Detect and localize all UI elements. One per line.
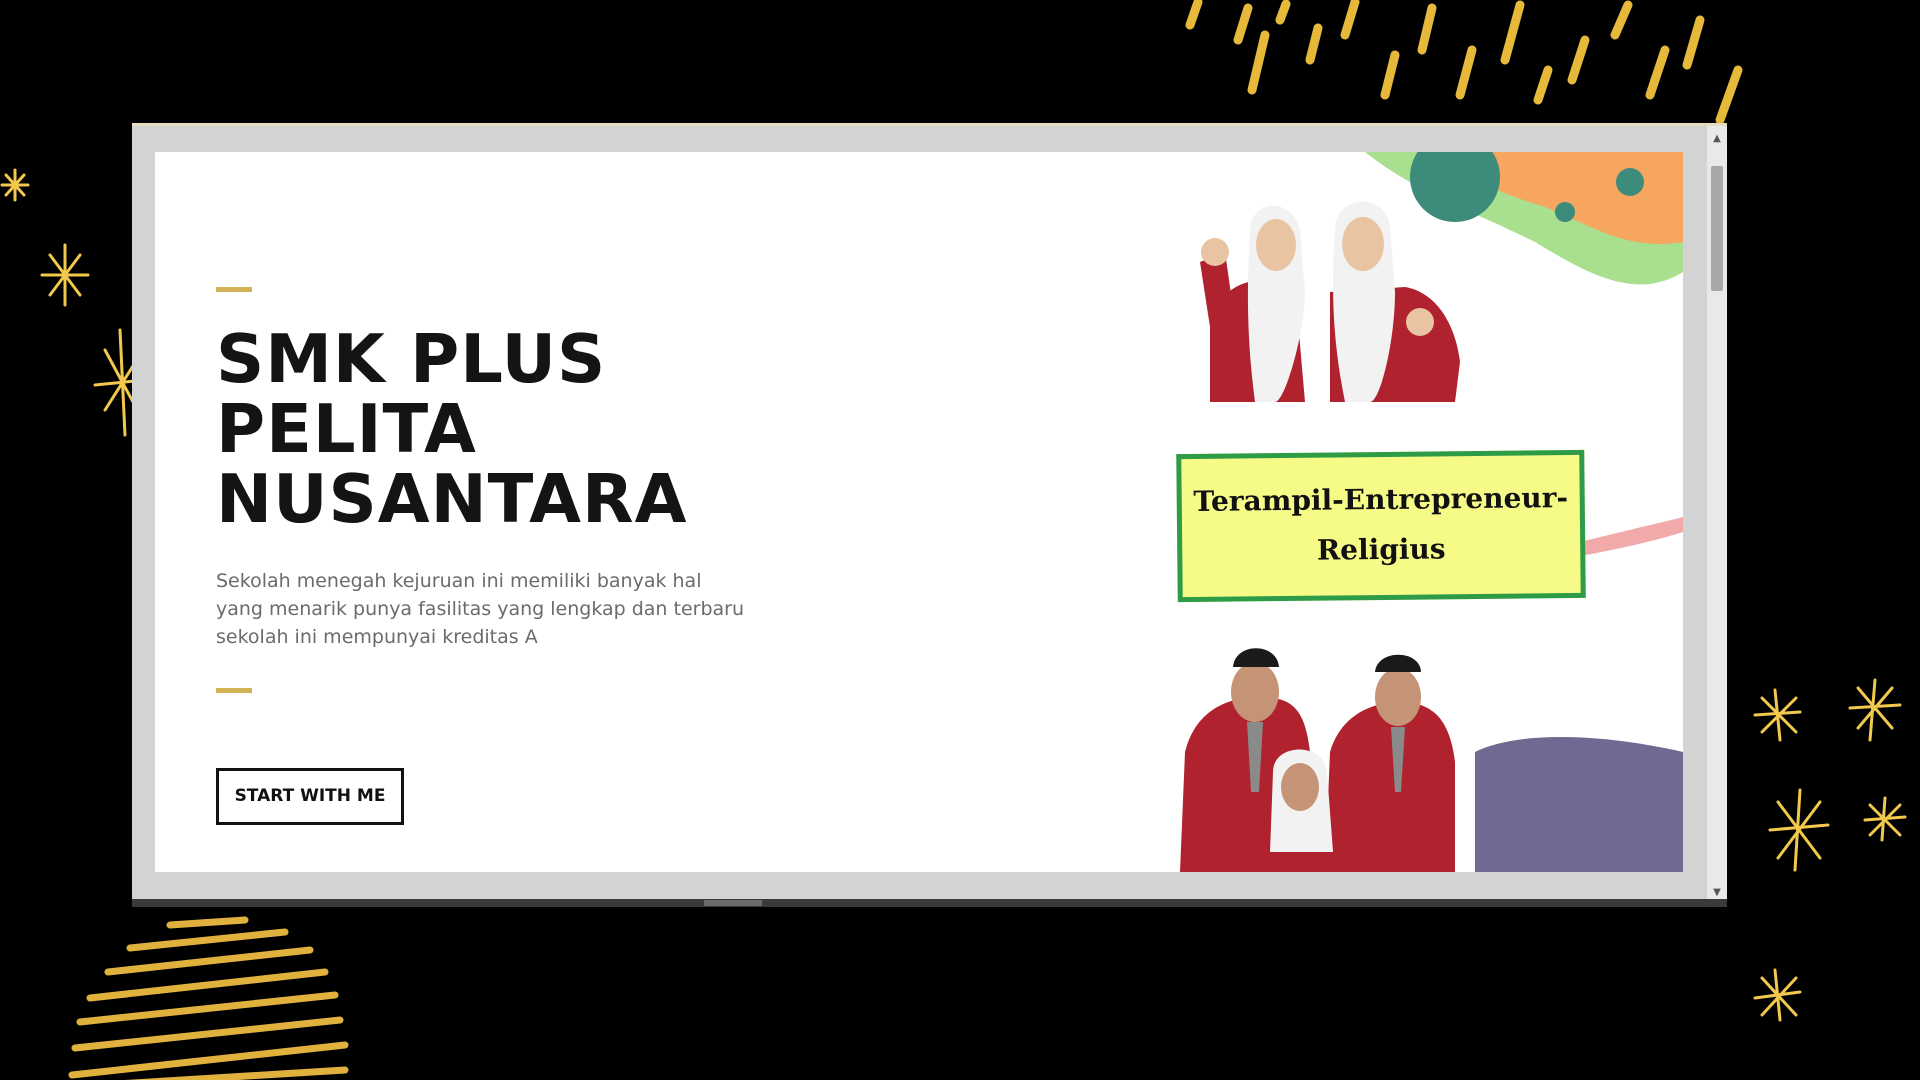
student-girl-figure [1200,205,1305,402]
start-with-me-button[interactable]: START WITH ME [216,768,404,825]
tagline-line: Religius [1316,532,1446,567]
hero-description-line: Sekolah menegah kejuruan ini memiliki ba… [216,570,702,592]
scroll-up-icon[interactable]: ▲ [1707,130,1727,148]
hero-description-line: sekolah ini mempunyai kreditas A [216,626,538,648]
horizontal-scrollbar-thumb[interactable] [704,900,762,906]
gold-striped-globe-decoration [68,916,349,1080]
hero-title-line: NUSANTARA [216,460,688,538]
hero-title-line: PELITA [216,390,477,468]
hero-description: Sekolah menegah kejuruan ini memiliki ba… [216,567,756,651]
horizontal-scrollbar[interactable] [132,899,1727,907]
hero-title: SMK PLUS PELITA NUSANTARA [216,324,687,534]
tagline-box: Terampil-Entrepreneur- Religius [1176,449,1586,603]
hero-title-line: SMK PLUS [216,320,607,398]
asteroid-shape [1555,202,1575,222]
vertical-scrollbar-thumb[interactable] [1711,166,1723,291]
student-girl-figure [1330,201,1460,402]
tagline-line: Terampil-Entrepreneur- [1193,481,1569,518]
page-viewport: SMK PLUS PELITA NUSANTARA Sekolah menega… [155,152,1683,872]
accent-bar-top [216,287,252,292]
gold-rain-decoration [1185,0,1743,125]
hero-description-line: yang menarik punya fasilitas yang lengka… [216,598,745,620]
sparkles-right-decoration [1753,678,1907,1022]
purple-blob-shape [1475,737,1683,872]
accent-bar-bottom [216,688,252,693]
vertical-scrollbar[interactable]: ▲ ▼ [1707,126,1727,906]
asteroid-shape [1616,168,1644,196]
browser-window: SMK PLUS PELITA NUSANTARA Sekolah menega… [132,123,1727,907]
